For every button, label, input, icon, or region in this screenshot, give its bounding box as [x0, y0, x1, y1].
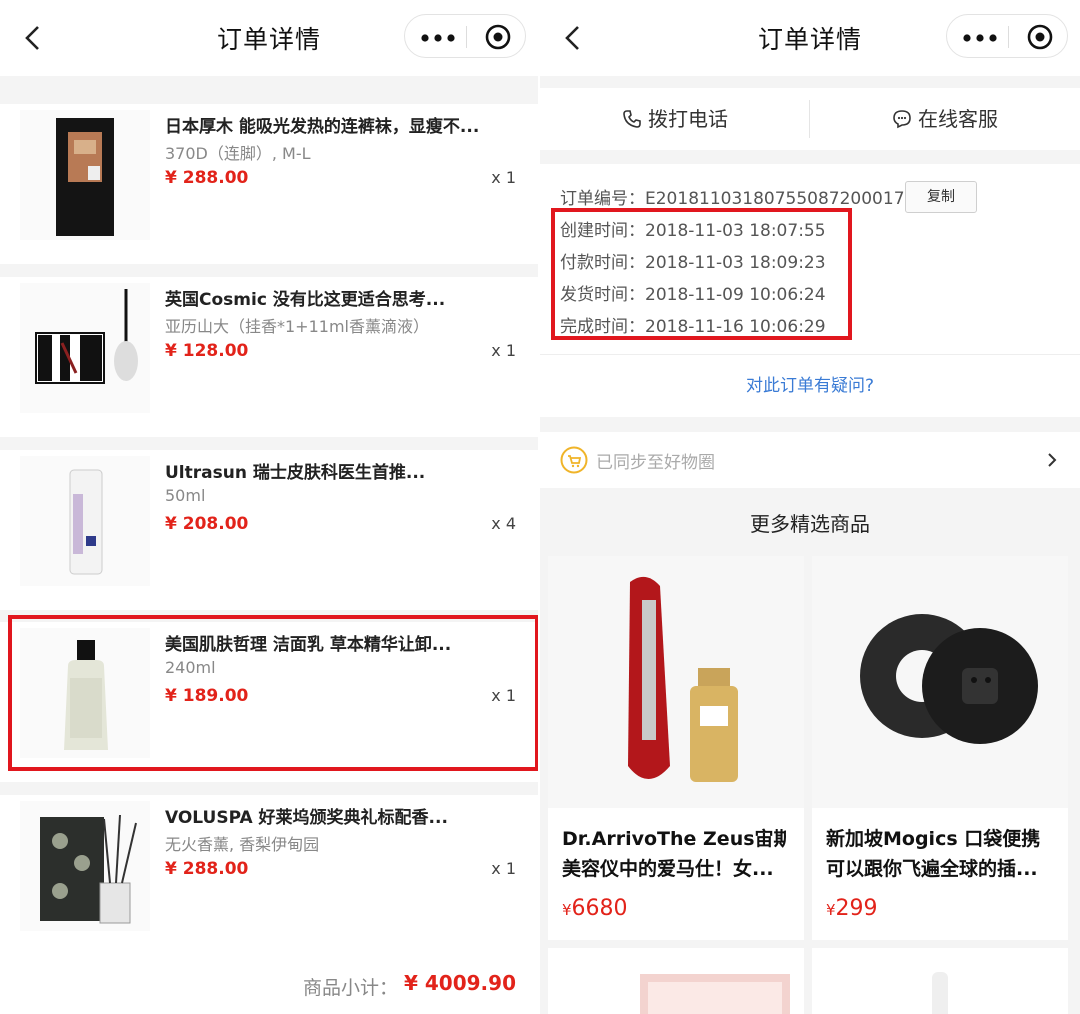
product-name: 新加坡Mogics 口袋便携 可以跟你飞遍全球的插... [826, 828, 1041, 880]
contact-bar: 拨打电话 在线客服 [540, 88, 1080, 150]
product-spec: 亚历山大（挂香*1+11ml香薰滴液） [165, 317, 429, 336]
more-dots-icon[interactable] [963, 34, 997, 42]
subtotal-bar: 商品小计： ¥ 4009.90 [0, 955, 538, 1014]
capsule-divider [466, 26, 467, 48]
phone-icon [623, 110, 641, 128]
highlight-box [8, 615, 538, 771]
order-question-link[interactable]: 对此订单有疑问? [540, 354, 1080, 417]
order-number-label: 订单编号： [560, 189, 645, 209]
more-dots-icon[interactable] [421, 34, 455, 42]
product-price: ¥299 [826, 896, 878, 921]
product-spec: 无火香薰, 香梨伊甸园 [165, 835, 320, 854]
left-order-screen: 订单详情 日本厚木 能吸光发热的连裤袜，显瘦不... 370D（连脚）, M-L… [0, 0, 538, 1014]
call-button[interactable]: 拨打电话 [540, 88, 810, 150]
highlight-box [551, 208, 852, 340]
subtotal-label: 商品小计： [302, 977, 398, 999]
nav-bar: 订单详情 [540, 0, 1080, 76]
service-label: 在线客服 [918, 107, 998, 131]
product-image [20, 110, 150, 240]
product-card[interactable]: 新加坡Mogics 口袋便携 可以跟你飞遍全球的插... ¥299 [812, 556, 1068, 940]
close-target-icon[interactable] [1027, 24, 1053, 50]
product-name: VOLUSPA 好莱坞颁奖典礼标配香... [165, 808, 448, 828]
subtotal-value: ¥ 4009.90 [404, 971, 516, 995]
product-price: ¥6680 [562, 896, 628, 921]
right-order-screen: 订单详情 拨打电话 在线客服 订单编号：E2018110318075508720… [540, 0, 1080, 1014]
order-item[interactable]: Ultrasun 瑞士皮肤科医生首推... 50ml ¥ 208.00 x 4 [0, 450, 538, 610]
product-card[interactable] [812, 948, 1068, 1014]
product-price: ¥ 288.00 [165, 168, 249, 188]
capsule-divider [1008, 26, 1009, 48]
chat-bubble-icon [893, 110, 911, 129]
product-image [548, 556, 804, 808]
copy-button[interactable]: 复制 [905, 181, 977, 213]
product-price: ¥ 288.00 [165, 859, 249, 879]
product-image [20, 456, 150, 586]
chevron-right-icon [1048, 453, 1057, 467]
call-label: 拨打电话 [648, 107, 728, 131]
product-spec: 50ml [165, 486, 206, 505]
order-number-row: 订单编号：E20181103180755087200017 [560, 184, 905, 209]
product-price: ¥ 208.00 [165, 514, 249, 534]
sync-text: 已同步至好物圈 [596, 453, 715, 473]
sync-bar[interactable]: 已同步至好物圈 [540, 432, 1080, 488]
product-image [20, 283, 150, 413]
online-service-button[interactable]: 在线客服 [810, 88, 1080, 150]
order-item[interactable]: 日本厚木 能吸光发热的连裤袜，显瘦不... 370D（连脚）, M-L ¥ 28… [0, 104, 538, 264]
close-target-icon[interactable] [485, 24, 511, 50]
product-spec: 370D（连脚）, M-L [165, 144, 311, 163]
order-item[interactable]: VOLUSPA 好莱坞颁奖典礼标配香... 无火香薰, 香梨伊甸园 ¥ 288.… [0, 795, 538, 955]
product-quantity: x 4 [491, 514, 516, 533]
mini-program-capsule [946, 14, 1068, 58]
product-card[interactable]: Dr.ArrivoThe Zeus宙斯 美容仪中的爱马仕！女... ¥6680 [548, 556, 804, 940]
product-quantity: x 1 [491, 859, 516, 878]
more-products-title: 更多精选商品 [750, 512, 870, 536]
product-name: Dr.ArrivoThe Zeus宙斯 美容仪中的爱马仕！女... [562, 828, 786, 880]
product-card[interactable] [548, 948, 804, 1014]
nav-bar: 订单详情 [0, 0, 538, 76]
product-image [812, 556, 1068, 808]
product-quantity: x 1 [491, 341, 516, 360]
product-image [640, 974, 790, 1014]
order-number: E20181103180755087200017 [645, 189, 905, 209]
order-item[interactable]: 英国Cosmic 没有比这更适合思考... 亚历山大（挂香*1+11ml香薰滴液… [0, 277, 538, 437]
product-image [20, 801, 150, 931]
mini-program-capsule [404, 14, 526, 58]
product-name: Ultrasun 瑞士皮肤科医生首推... [165, 463, 426, 483]
product-name: 英国Cosmic 没有比这更适合思考... [165, 290, 446, 310]
product-price: ¥ 128.00 [165, 341, 249, 361]
product-quantity: x 1 [491, 168, 516, 187]
cart-badge-icon [560, 446, 588, 474]
product-name: 日本厚木 能吸光发热的连裤袜，显瘦不... [165, 117, 480, 137]
product-image [932, 972, 948, 1014]
